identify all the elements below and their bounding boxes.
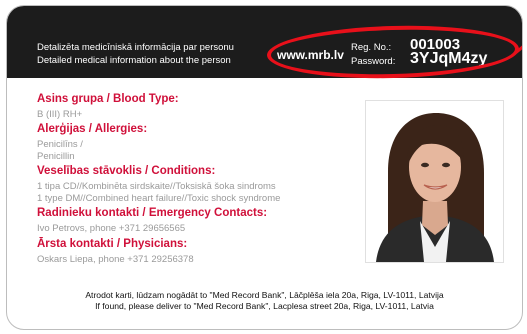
header-description: Detalizēta medicīniskā informācija par p… xyxy=(37,41,273,67)
emergency-contact-line: Ivo Petrovs, phone +371 29656565 xyxy=(37,223,186,234)
blood-type-heading: Asins grupa / Blood Type: xyxy=(37,93,179,105)
person-photo xyxy=(365,100,504,263)
physicians-heading: Ārsta kontakti / Physicians: xyxy=(37,238,188,250)
footer-line-lv: Atrodot karti, lūdzam nogādāt to "Med Re… xyxy=(85,290,444,300)
blood-type-value: B (III) RH+ xyxy=(37,109,83,120)
emergency-contacts-heading: Radinieku kontakti / Emergency Contacts: xyxy=(37,207,268,219)
medical-id-card: Detalizēta medicīniskā informācija par p… xyxy=(6,5,523,330)
allergies-heading: Alerģijas / Allergies: xyxy=(37,123,148,135)
person-photo-icon xyxy=(366,101,503,262)
conditions-line-lv: 1 tipa CD//Kombinēta sirdskaite//Toksisk… xyxy=(37,181,276,192)
header-description-en: Detailed medical information about the p… xyxy=(37,55,231,66)
conditions-heading: Veselības stāvoklis / Conditions: xyxy=(37,165,216,177)
allergies-line-lv: Penicilīns / xyxy=(37,139,83,150)
header-description-lv: Detalizēta medicīniskā informācija par p… xyxy=(37,42,234,53)
card-footer: Atrodot karti, lūdzam nogādāt to "Med Re… xyxy=(7,290,522,312)
conditions-line-en: 1 type DM//Combined heart failure//Toxic… xyxy=(37,193,281,204)
physician-contact-line: Oskars Liepa, phone +371 29256378 xyxy=(37,254,194,265)
highlight-oval xyxy=(266,22,520,82)
allergies-line-en: Penicillin xyxy=(37,151,75,162)
footer-line-en: If found, please deliver to "Med Record … xyxy=(95,301,434,311)
card-header-band: Detalizēta medicīniskā informācija par p… xyxy=(7,6,522,82)
